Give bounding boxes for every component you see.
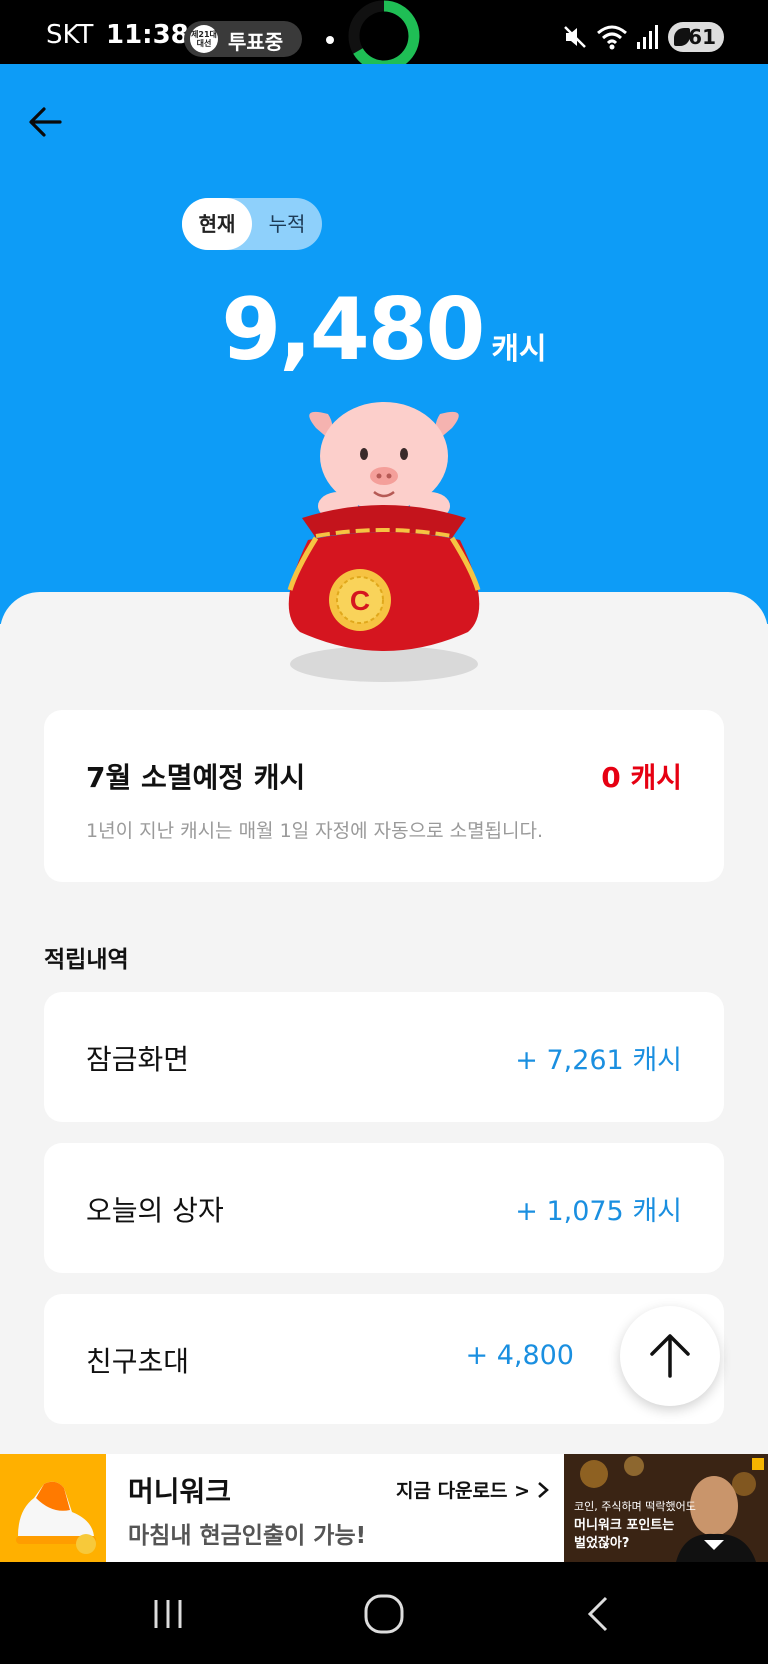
election-badge-icon: 제21대 대선 [190,25,218,53]
chevron-right-icon [538,1482,549,1498]
battery-level: 61 [688,25,716,49]
ad-image-line: 벌었잖아? [574,1536,630,1551]
ad-banner[interactable]: 머니워크 마침내 현금인출이 가능! 지금 다운로드 > 코인, 주식하며 떡락… [0,1454,768,1562]
svg-text:C: C [350,585,370,616]
expiring-cash-description: 1년이 지난 캐시는 매월 1일 자정에 자동으로 소멸됩니다. [86,820,544,842]
history-row-value: + 7,261 캐시 [515,1045,682,1076]
wifi-icon [597,25,627,50]
notification-dot [326,36,334,44]
recent-apps-icon[interactable] [140,1586,196,1642]
election-pill: 제21대 대선 투표중 [184,21,302,57]
expiring-cash-card: 7월 소멸예정 캐시 0 캐시 1년이 지난 캐시는 매월 1일 자정에 자동으… [44,710,724,882]
ad-promo-image: 코인, 주식하며 떡락했어도 머니워크 포인트는 벌었잖아? [564,1454,768,1562]
history-row-label: 오늘의 상자 [86,1194,224,1227]
piggy-pouch-illustration: C [287,402,481,682]
current-total-toggle[interactable]: 현재 누적 [182,198,322,250]
history-row-label: 친구초대 [86,1345,190,1378]
history-row[interactable]: 잠금화면 + 7,261 캐시 [44,992,724,1122]
expiring-cash-title: 7월 소멸예정 캐시 [86,761,306,794]
expiring-cash-value: 0 캐시 [601,761,682,794]
status-icons: 61 [562,22,724,52]
back-icon[interactable] [572,1586,628,1642]
history-row[interactable]: 오늘의 상자 + 1,075 캐시 [44,1143,724,1273]
scroll-to-top-button[interactable] [620,1306,720,1406]
balance-value: 9,480 [221,280,485,380]
carrier-label: SKT [46,20,94,50]
ad-badge-icon [752,1458,764,1470]
ad-download-link[interactable]: 지금 다운로드 > [396,1476,530,1503]
history-row-label: 잠금화면 [86,1043,190,1076]
ad-subtitle: 마침내 현금인출이 가능! [128,1523,367,1549]
sneaker-ad-image [0,1454,106,1562]
battery-indicator: 61 [668,22,724,52]
arrow-up-icon [650,1334,690,1378]
ad-image-line: 머니워크 포인트는 [574,1518,675,1533]
status-bar: SKT 11:38 제21대 대선 투표중 61 [0,0,768,72]
mute-icon [564,26,586,48]
ad-image-line: 코인, 주식하며 떡락했어도 [574,1500,696,1513]
history-section-title: 적립내역 [44,947,129,973]
history-row-value: + 1,075 캐시 [515,1196,682,1227]
system-navigation-bar [0,1562,768,1664]
cash-balance: 9,480 캐시 [0,280,768,380]
history-row-value: + 4,800 [465,1340,574,1371]
home-icon[interactable] [356,1586,412,1642]
clock: 11:38 [106,20,189,50]
back-arrow-icon[interactable] [26,102,66,142]
election-pill-label: 투표중 [228,30,284,54]
tab-current[interactable]: 현재 [182,198,252,250]
ad-title: 머니워크 [128,1475,232,1508]
tab-total[interactable]: 누적 [252,198,322,250]
signal-icon [637,25,658,49]
balance-unit: 캐시 [491,332,547,367]
